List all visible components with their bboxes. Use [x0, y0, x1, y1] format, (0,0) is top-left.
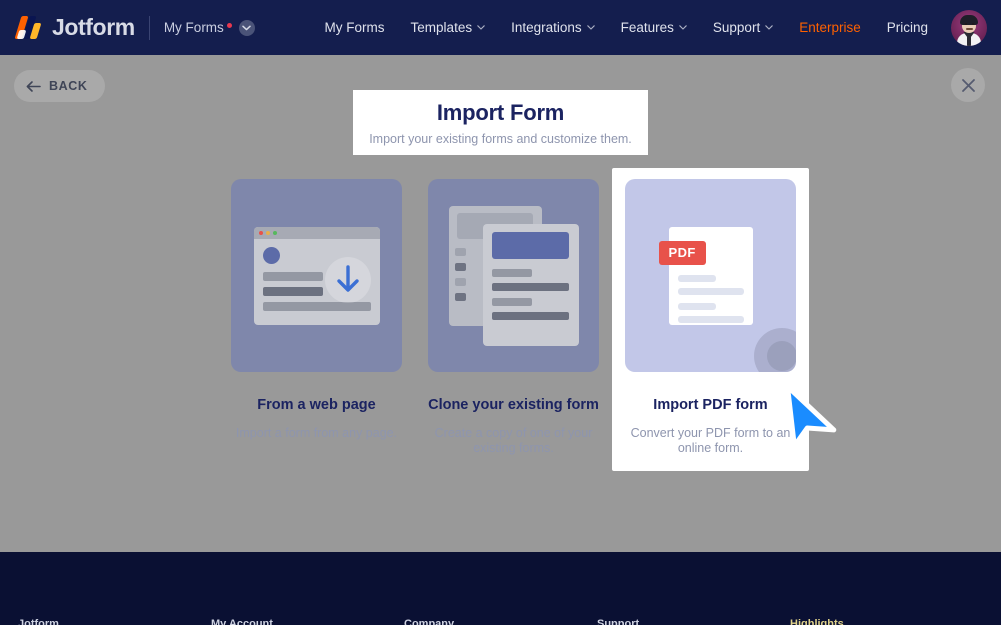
header-divider: [148, 15, 150, 40]
nav-item-integrations[interactable]: Integrations: [498, 14, 608, 41]
pdf-badge: PDF: [658, 240, 706, 265]
pdf-document-icon: PDF: [658, 226, 753, 325]
option-description: Create a copy of one of your existing fo…: [434, 426, 593, 455]
footer-column-my-account: My Account: [211, 618, 404, 625]
back-button[interactable]: BACK: [14, 70, 105, 102]
close-button[interactable]: [951, 68, 985, 102]
nav-label: My Forms: [324, 20, 385, 35]
avatar-tie: [967, 33, 971, 46]
breadcrumb[interactable]: My Forms: [163, 19, 255, 36]
breadcrumb-label: My Forms: [163, 20, 224, 35]
footer-column-jotform: Jotform: [18, 618, 211, 625]
placeholder-line: [491, 268, 532, 277]
chevron-down-icon[interactable]: [238, 19, 255, 36]
nav-item-enterprise[interactable]: Enterprise: [786, 14, 874, 41]
download-arrow-icon: [324, 256, 371, 303]
brand-logo[interactable]: Jotform: [14, 14, 135, 41]
nav-label: Features: [620, 20, 674, 35]
page-title: Import Form: [436, 99, 565, 125]
nav-item-features[interactable]: Features: [608, 14, 700, 41]
brand-name: Jotform: [52, 14, 135, 40]
import-option-from-a-web-page[interactable]: From a web page Import a form from any p…: [218, 168, 415, 471]
footer-heading: Support: [597, 618, 640, 625]
stacked-documents-icon: [448, 205, 579, 346]
site-header: Jotform My Forms My Forms Templates Inte…: [0, 0, 1001, 55]
nav-label: Integrations: [511, 20, 582, 35]
placeholder-tick: [454, 277, 466, 286]
avatar-hair: [960, 14, 978, 25]
nav-label: Pricing: [886, 20, 928, 35]
placeholder-line: [677, 302, 716, 310]
chevron-down-icon: [477, 25, 485, 30]
nav-label: Support: [712, 20, 761, 35]
import-options-list: From a web page Import a form from any p…: [218, 168, 809, 472]
footer-heading: Company: [404, 618, 455, 625]
web-page-illustration: [231, 179, 402, 372]
document-front: [482, 223, 579, 346]
avatar-eye-right: [972, 22, 974, 25]
import-form-overlay: BACK Import Form Import your existing fo…: [0, 55, 1001, 552]
placeholder-line: [262, 301, 371, 311]
placeholder-line: [491, 311, 569, 320]
browser-window-icon: [253, 226, 380, 325]
footer-column-highlights: Highlights: [790, 618, 983, 625]
nav-label: Enterprise: [799, 20, 861, 35]
jotform-logo-icon: [14, 15, 42, 41]
placeholder-tick: [454, 262, 466, 271]
import-option-clone-your-existing-form[interactable]: Clone your existing form Create a copy o…: [415, 168, 612, 471]
main-navigation: My Forms Templates Integrations Features…: [312, 14, 941, 41]
placeholder-line: [677, 274, 716, 282]
document-header-highlight: [491, 231, 569, 259]
click-ripple-indicator: [754, 328, 796, 372]
nav-item-templates[interactable]: Templates: [398, 14, 499, 41]
option-title: From a web page: [257, 397, 376, 413]
option-description: Import a form from any page.: [235, 426, 398, 440]
placeholder-line: [677, 287, 744, 295]
close-icon: [961, 78, 975, 92]
arrow-left-icon: [26, 80, 41, 92]
back-button-label: BACK: [49, 79, 88, 93]
site-footer: Jotform My Account Company Support Highl…: [0, 552, 1001, 625]
option-title: Clone your existing form: [428, 397, 599, 413]
traffic-light-green-icon: [272, 230, 277, 235]
option-description: Convert your PDF form to an online form.: [630, 426, 791, 455]
clone-form-illustration: [428, 179, 599, 372]
option-title: Import PDF form: [653, 397, 768, 413]
pdf-form-illustration: PDF: [625, 179, 796, 372]
placeholder-tick: [454, 292, 466, 301]
import-form-title-card: Import Form Import your existing forms a…: [353, 90, 648, 155]
chevron-down-icon: [765, 25, 773, 30]
footer-column-support: Support: [597, 618, 790, 625]
footer-heading: Jotform: [18, 618, 59, 625]
chevron-down-icon: [679, 25, 687, 30]
nav-item-support[interactable]: Support: [700, 14, 786, 41]
avatar-eye-left: [965, 22, 967, 25]
placeholder-line: [677, 315, 744, 323]
page-subtitle: Import your existing forms and customize…: [369, 131, 632, 146]
footer-column-company: Company: [404, 618, 597, 625]
footer-columns: Jotform My Account Company Support Highl…: [0, 618, 1001, 625]
placeholder-line: [262, 286, 323, 296]
import-option-import-pdf-form[interactable]: PDF Import PDF form Convert your PDF for…: [612, 168, 809, 472]
footer-heading: My Account: [211, 618, 273, 625]
traffic-light-yellow-icon: [265, 230, 270, 235]
browser-titlebar: [253, 226, 380, 239]
nav-item-my-forms[interactable]: My Forms: [312, 14, 398, 41]
placeholder-line: [491, 297, 532, 306]
avatar[interactable]: [951, 9, 987, 46]
footer-heading: Highlights: [790, 618, 844, 625]
placeholder-tick: [454, 247, 466, 256]
traffic-light-red-icon: [258, 230, 263, 235]
placeholder-line: [491, 282, 569, 291]
nav-label: Templates: [410, 20, 473, 35]
nav-item-pricing[interactable]: Pricing: [874, 14, 941, 41]
placeholder-line: [262, 271, 323, 281]
app-root: Jotform My Forms My Forms Templates Inte…: [0, 0, 1001, 625]
avatar-mouth: [966, 27, 973, 30]
chevron-down-icon: [586, 25, 595, 30]
notification-dot-icon: [226, 22, 232, 28]
placeholder-avatar: [262, 246, 280, 264]
